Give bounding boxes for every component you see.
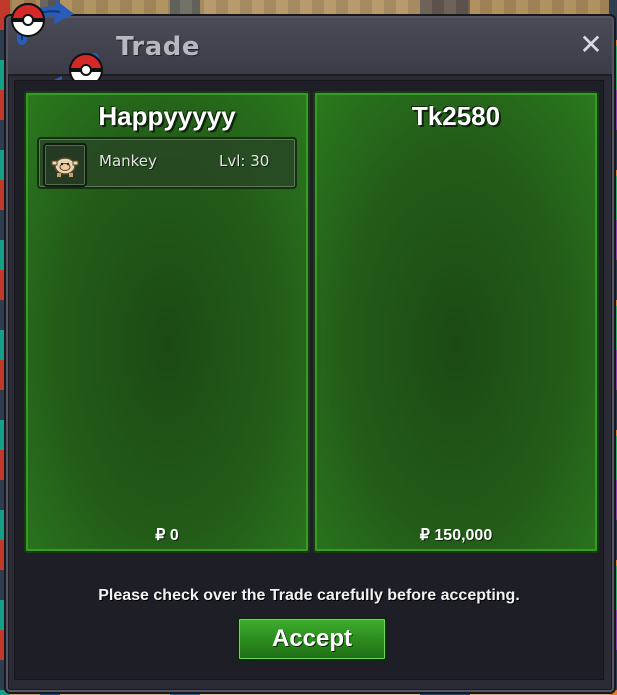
pokemon-level: Lvl: 30 (219, 152, 270, 170)
close-button[interactable]: ✕ (578, 31, 604, 59)
pokemon-icon-frame (43, 143, 87, 187)
money-offer-left: ₽ 0 (155, 527, 179, 544)
offer-panel-left: Happyyyyy Mankey Lvl: 30 ₽ 0 (24, 91, 310, 553)
money-offer-right: ₽ 150,000 (419, 527, 493, 544)
trade-notice: Please check over the Trade carefully be… (98, 587, 520, 604)
offer-panel-right: Tk2580 ₽ 150,000 (313, 91, 599, 553)
mankey-sprite-icon (51, 157, 79, 177)
trade-content: Happyyyyy Mankey Lvl: 30 ₽ 0 Tk2580 ₽ 15… (14, 80, 604, 680)
window-title: Trade (116, 32, 200, 62)
player-name-right: Tk2580 (411, 101, 501, 131)
trade-window: Trade ✕ Happyyyyy Mankey Lvl: 30 ₽ 0 Tk2… (6, 0, 614, 692)
offer-item-slot[interactable]: Mankey Lvl: 30 (37, 137, 297, 189)
close-icon: ✕ (579, 28, 603, 61)
pokemon-name: Mankey (99, 152, 157, 170)
accept-button[interactable]: Accept (237, 617, 387, 661)
player-name-left: Happyyyyy (98, 101, 236, 131)
